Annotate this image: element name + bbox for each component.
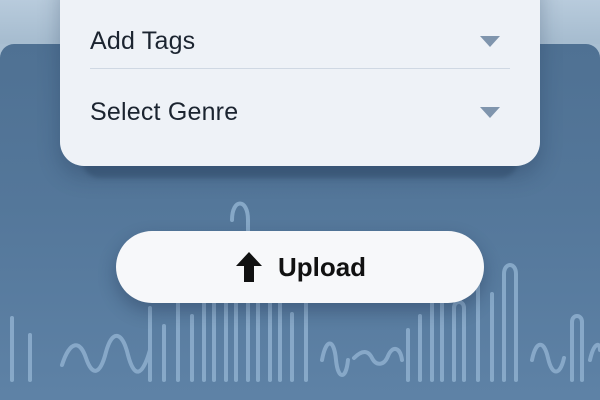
chevron-down-icon xyxy=(480,106,500,118)
chevron-down-icon xyxy=(480,35,500,47)
upload-button[interactable]: Upload xyxy=(116,231,484,303)
divider xyxy=(90,68,510,69)
arrow-up-icon xyxy=(235,252,262,282)
upload-label: Upload xyxy=(277,251,367,282)
select-genre-dropdown[interactable]: Select Genre xyxy=(90,77,510,147)
metadata-card: Add Tags Select Genre xyxy=(60,0,540,166)
add-tags-dropdown[interactable]: Add Tags xyxy=(90,6,510,76)
upload-screen: Add Tags Select Genre Upload xyxy=(0,0,600,400)
select-genre-label: Select Genre xyxy=(90,97,239,126)
add-tags-label: Add Tags xyxy=(90,26,196,55)
